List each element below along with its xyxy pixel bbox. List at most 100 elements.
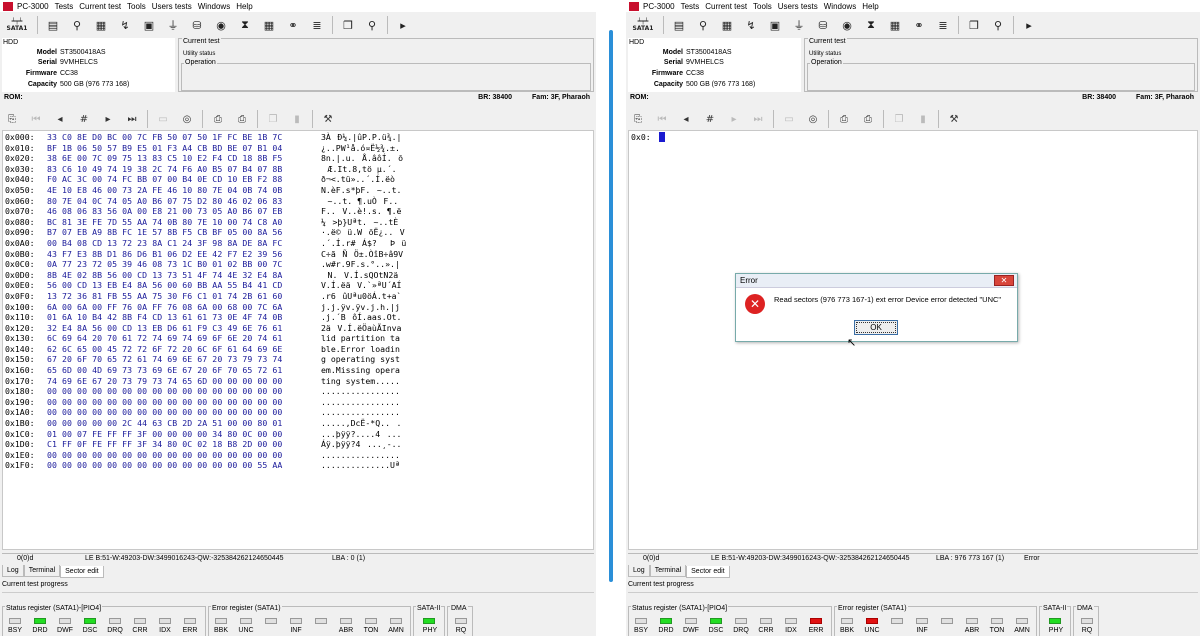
disk-button[interactable]: ◉ [211,15,231,35]
hex-bytes[interactable]: F0 AC 3C 00 74 FC BB 07 00 B4 0E CD 10 E… [47,174,282,185]
hex-bytes[interactable]: 01 6A 10 B4 42 8B F4 CD 13 61 61 73 0E 4… [47,312,282,323]
drive-button[interactable]: ⛁ [187,15,207,35]
menu-tools[interactable]: Tools [127,2,146,11]
grid-button[interactable]: ▦ [885,15,905,35]
menu-tests[interactable]: Tests [55,2,74,11]
read-button[interactable]: ◎ [804,110,822,128]
hex-bytes[interactable]: 46 08 06 83 56 0A 00 E8 21 00 73 05 A0 B… [47,206,282,217]
menu-tests[interactable]: Tests [681,2,700,11]
power-button[interactable]: ⏚ [163,15,183,35]
goto-button[interactable]: # [701,110,719,128]
hex-bytes[interactable]: 4E 10 E8 46 00 73 2A FE 46 10 80 7E 04 0… [47,185,282,196]
load-button[interactable]: ⎙ [209,110,227,128]
menu-current-test[interactable]: Current test [79,2,121,11]
tools-button[interactable]: ⚒ [319,110,337,128]
menu-windows[interactable]: Windows [824,2,856,11]
hex-bytes[interactable]: 65 6D 00 4D 69 73 73 69 6E 67 20 6F 70 6… [47,365,282,376]
sata-port-button[interactable]: ┷┯┷ SATA1 [628,15,658,35]
menu-users-tests[interactable]: Users tests [778,2,818,11]
read-button[interactable]: ◎ [178,110,196,128]
paste-button[interactable]: ▮ [914,110,932,128]
bike-button[interactable]: ⚭ [909,15,929,35]
hex-bytes[interactable]: 6A 00 6A 00 FF 76 0A FF 76 08 6A 00 68 0… [47,302,282,313]
prev-button[interactable]: ◂ [677,110,695,128]
passport-button[interactable]: ▤ [43,15,63,35]
copy2-button[interactable]: ❐ [890,110,908,128]
reset-button[interactable]: ↯ [741,15,761,35]
hex-bytes[interactable]: BF 1B 06 50 57 B9 E5 01 F3 A4 CB BD BE 0… [47,143,282,154]
open-button[interactable]: ⎘ [3,110,21,128]
run-button[interactable]: ▸ [1019,15,1039,35]
passport-button[interactable]: ▤ [669,15,689,35]
last-button[interactable]: ⏭ [123,110,141,128]
hex-bytes[interactable]: 38 6E 00 7C 09 75 13 83 C5 10 E2 F4 CD 1… [47,153,282,164]
tab-log[interactable]: Log [628,565,650,577]
menu-help[interactable]: Help [236,2,252,11]
hex-bytes[interactable]: 6C 69 64 20 70 61 72 74 69 74 69 6F 6E 2… [47,333,282,344]
next-button[interactable]: ▸ [99,110,117,128]
menu-windows[interactable]: Windows [198,2,230,11]
disk-button[interactable]: ◉ [837,15,857,35]
hex-bytes[interactable]: 67 20 6F 70 65 72 61 74 69 6E 67 20 73 7… [47,354,282,365]
hex-bytes[interactable]: 43 F7 E3 8B D1 86 D6 B1 06 D2 EE 42 F7 E… [47,249,282,260]
tab-terminal[interactable]: Terminal [649,565,687,577]
drive-button[interactable]: ⛁ [813,15,833,35]
chip-button[interactable]: ▣ [765,15,785,35]
drive-state-button[interactable]: ▦ [717,15,737,35]
heads-button[interactable]: ⧗ [235,15,255,35]
menu-help[interactable]: Help [862,2,878,11]
hex-bytes[interactable]: B7 07 EB A9 8B FC 1E 57 8B F5 CB BF 05 0… [47,227,282,238]
reset-button[interactable]: ↯ [115,15,135,35]
prev-button[interactable]: ◂ [51,110,69,128]
load-button[interactable]: ⎙ [835,110,853,128]
search-button[interactable]: ⚲ [67,15,87,35]
run-button[interactable]: ▸ [393,15,413,35]
heads-button[interactable]: ⧗ [861,15,881,35]
hex-bytes[interactable]: 00 00 00 00 00 2C 44 63 CB 2D 2A 51 00 0… [47,418,282,429]
first-button[interactable]: ⏮ [27,110,45,128]
first-button[interactable]: ⏮ [653,110,671,128]
hex-bytes[interactable]: 62 6C 65 00 45 72 72 6F 72 20 6C 6F 61 6… [47,344,282,355]
tab-sector-edit[interactable]: Sector edit [60,566,104,578]
hex-bytes[interactable]: 83 C6 10 49 74 19 38 2C 74 F6 A0 B5 07 B… [47,164,282,175]
hex-editor[interactable]: 0x000: 33 C0 8E D0 BC 00 7C FB 50 07 50 1… [2,130,594,550]
hex-bytes[interactable]: 56 00 CD 13 EB E4 8A 56 00 60 BB AA 55 B… [47,280,282,291]
hex-bytes[interactable]: 0A 77 23 72 05 39 46 08 73 1C B0 01 02 B… [47,259,282,270]
save-button[interactable]: ▭ [154,110,172,128]
close-button[interactable]: ✕ [994,275,1014,286]
hex-bytes[interactable]: 00 00 00 00 00 00 00 00 00 00 00 00 00 0… [47,450,282,461]
write-button[interactable]: ⎙ [233,110,251,128]
hex-bytes[interactable]: 8B 4E 02 8B 56 00 CD 13 73 51 4F 74 4E 3… [47,270,282,281]
hex-bytes[interactable]: 00 00 00 00 00 00 00 00 00 00 00 00 00 0… [47,397,282,408]
last-button[interactable]: ⏭ [749,110,767,128]
power-button[interactable]: ⏚ [789,15,809,35]
grid-button[interactable]: ▦ [259,15,279,35]
hex-bytes[interactable]: 74 69 6E 67 20 73 79 73 74 65 6D 00 00 0… [47,376,282,387]
user-button[interactable]: ⚲ [988,15,1008,35]
hex-bytes[interactable]: BC 81 3E FE 7D 55 AA 74 0B 80 7E 10 00 7… [47,217,282,228]
hex-bytes[interactable]: 00 00 00 00 00 00 00 00 00 00 00 00 00 0… [47,460,282,471]
chip-button[interactable]: ▣ [139,15,159,35]
copy-button[interactable]: ❐ [338,15,358,35]
menu-current-test[interactable]: Current test [705,2,747,11]
hex-bytes[interactable]: 32 E4 8A 56 00 CD 13 EB D6 61 F9 C3 49 6… [47,323,282,334]
tab-sector-edit[interactable]: Sector edit [686,566,730,578]
tools-button[interactable]: ⚒ [945,110,963,128]
open-button[interactable]: ⎘ [629,110,647,128]
hex-bytes[interactable]: 00 00 00 00 00 00 00 00 00 00 00 00 00 0… [47,407,282,418]
write-button[interactable]: ⎙ [859,110,877,128]
menu-users-tests[interactable]: Users tests [152,2,192,11]
hex-bytes[interactable]: 13 72 36 81 FB 55 AA 75 30 F6 C1 01 74 2… [47,291,282,302]
translator-button[interactable]: ≣ [307,15,327,35]
goto-button[interactable]: # [75,110,93,128]
search-button[interactable]: ⚲ [693,15,713,35]
copy-button[interactable]: ❐ [964,15,984,35]
translator-button[interactable]: ≣ [933,15,953,35]
bike-button[interactable]: ⚭ [283,15,303,35]
hex-bytes[interactable]: 80 7E 04 0C 74 05 A0 B6 07 75 D2 80 46 0… [47,196,282,207]
tab-terminal[interactable]: Terminal [23,565,61,577]
copy2-button[interactable]: ❐ [264,110,282,128]
hex-bytes[interactable]: 00 B4 08 CD 13 72 23 8A C1 24 3F 98 8A D… [47,238,282,249]
paste-button[interactable]: ▮ [288,110,306,128]
ok-button[interactable]: OK [854,320,898,335]
